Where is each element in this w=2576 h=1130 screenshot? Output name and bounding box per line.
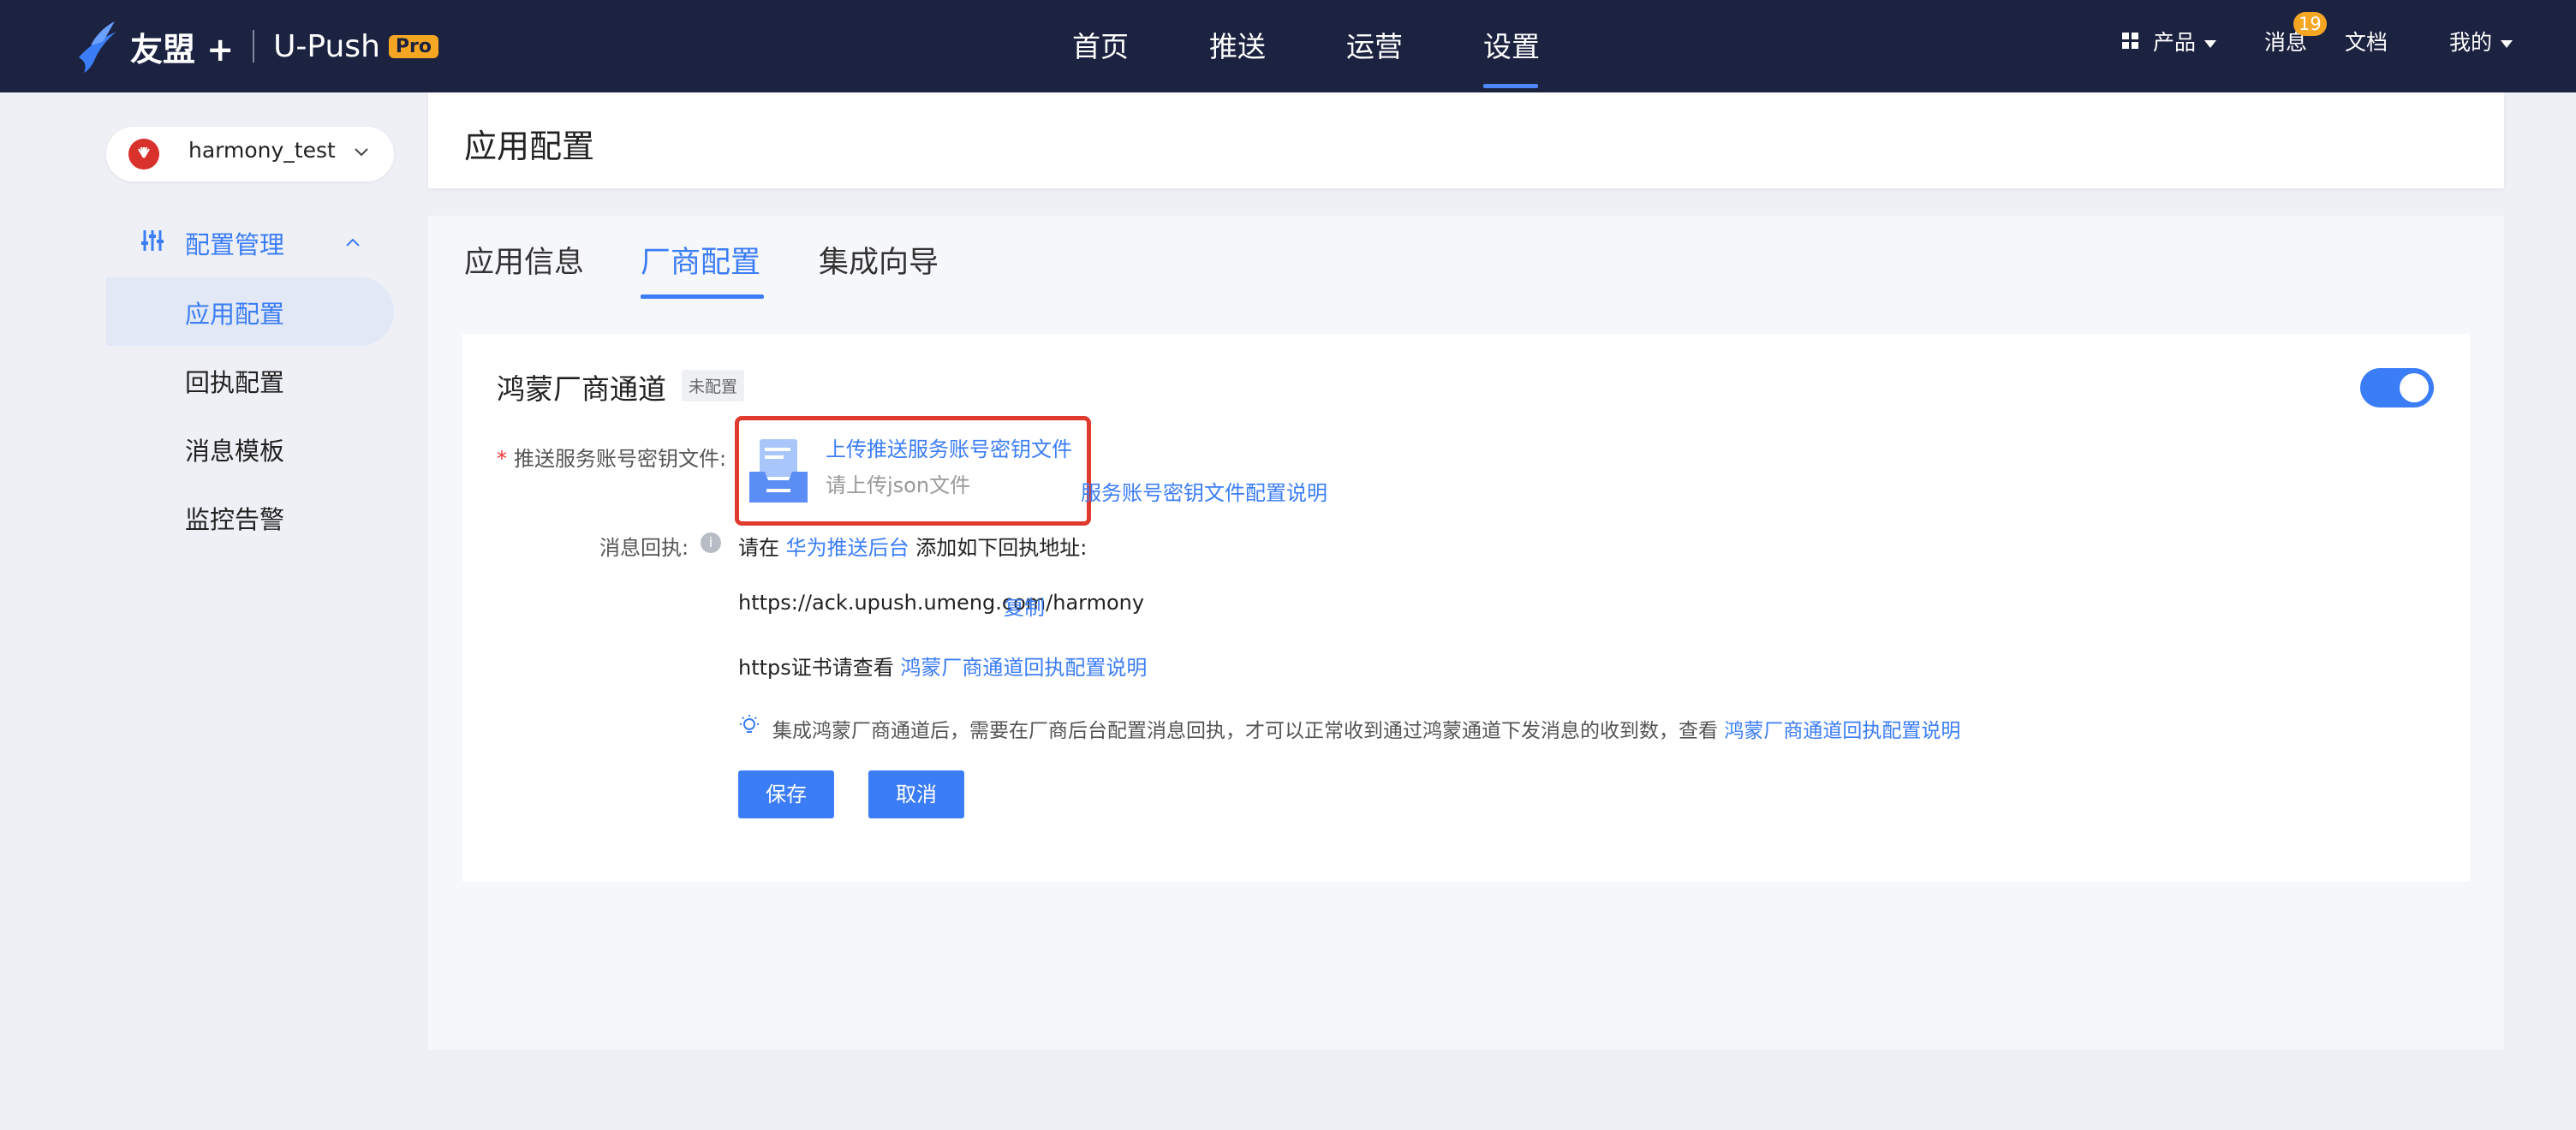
page-header: 应用配置 — [428, 92, 2504, 188]
chevron-up-icon — [346, 238, 360, 247]
product-name: U-Push — [273, 28, 380, 64]
products-label: 产品 — [2153, 30, 2197, 55]
https-doc-link[interactable]: 鸿蒙厂商通道回执配置说明 — [900, 656, 1147, 680]
huawei-logo-icon — [128, 139, 159, 170]
huawei-console-link[interactable]: 华为推送后台 — [786, 536, 909, 560]
receipt-label: 消息回执: — [599, 536, 689, 560]
brand-logo[interactable]: 友盟 + U-Push Pro — [72, 12, 438, 80]
caret-down-icon — [2501, 39, 2513, 48]
channel-title: 鸿蒙厂商通道 — [497, 372, 666, 406]
https-prefix: https证书请查看 — [738, 656, 894, 680]
user-menu[interactable]: 我的 — [2449, 26, 2513, 56]
logo-divider — [253, 30, 255, 62]
tab-active-indicator — [641, 294, 764, 299]
status-badge: 未配置 — [682, 370, 745, 401]
key-file-label: * 推送服务账号密钥文件: — [497, 442, 726, 472]
app-name: harmony_test — [188, 138, 336, 163]
top-nav-bar: 友盟 + U-Push Pro 首页 推送 运营 设置 产品 消息 19 文档 … — [0, 0, 2576, 92]
sidebar-item-message-template[interactable]: 消息模板 — [106, 414, 394, 483]
sidebar-item-app-config[interactable]: 应用配置 — [106, 277, 394, 346]
sidebar-item-label: 回执配置 — [185, 368, 285, 397]
https-note: https证书请查看 鸿蒙厂商通道回执配置说明 — [738, 651, 1147, 681]
nav-push[interactable]: 推送 — [1209, 24, 1266, 65]
tip-doc-link[interactable]: 鸿蒙厂商通道回执配置说明 — [1724, 720, 1960, 742]
products-menu[interactable]: 产品 — [2153, 26, 2217, 56]
lightbulb-icon — [740, 715, 759, 733]
nav-active-indicator — [1483, 84, 1538, 88]
sliders-icon — [141, 230, 164, 251]
caret-down-icon — [2204, 39, 2217, 48]
tab-integration-guide[interactable]: 集成向导 — [819, 238, 939, 282]
nav-home[interactable]: 首页 — [1072, 24, 1129, 65]
receipt-prefix: 请在 — [738, 536, 779, 560]
tab-app-info[interactable]: 应用信息 — [464, 238, 584, 282]
key-file-upload[interactable]: 上传推送服务账号密钥文件 请上传json文件 — [735, 416, 1091, 526]
tab-vendor-config[interactable]: 厂商配置 — [641, 238, 760, 282]
pro-badge: Pro — [388, 34, 438, 58]
info-icon: i — [701, 532, 721, 553]
tip-text: 集成鸿蒙厂商通道后，需要在厂商后台配置消息回执，才可以正常收到通过鸿蒙通道下发消… — [772, 720, 1718, 742]
sidebar-item-receipt-config[interactable]: 回执配置 — [106, 346, 394, 414]
toggle-knob — [2400, 373, 2429, 402]
receipt-instruction: 请在 华为推送后台 添加如下回执地址: — [738, 531, 1087, 561]
config-management-group[interactable]: 配置管理 — [140, 225, 372, 259]
messages-count-badge: 19 — [2293, 12, 2327, 36]
swift-bird-logo-icon — [79, 21, 116, 73]
integration-tip: 集成鸿蒙厂商通道后，需要在厂商后台配置消息回执，才可以正常收到通过鸿蒙通道下发消… — [772, 714, 1960, 743]
receipt-url: https://ack.upush.umeng.com/harmony — [738, 591, 1145, 615]
nav-settings[interactable]: 设置 — [1483, 24, 1540, 65]
receipt-suffix: 添加如下回执地址: — [915, 536, 1088, 560]
upload-hint: 请上传json文件 — [826, 473, 971, 497]
file-upload-icon — [749, 439, 808, 503]
page-title: 应用配置 — [464, 128, 595, 165]
copy-button[interactable]: 复制 — [1004, 591, 1045, 621]
sidebar-item-label: 监控告警 — [185, 505, 285, 534]
sidebar-item-label: 消息模板 — [185, 437, 285, 466]
products-grid-icon — [2122, 33, 2138, 49]
nav-operations[interactable]: 运营 — [1346, 24, 1403, 65]
key-file-label-text: 推送服务账号密钥文件: — [514, 447, 727, 471]
app-selector[interactable]: harmony_test — [106, 127, 394, 181]
docs-link[interactable]: 文档 — [2345, 26, 2388, 56]
key-file-doc-link[interactable]: 服务账号密钥文件配置说明 — [1081, 476, 1327, 506]
brand-name: 友盟 + — [130, 30, 235, 68]
sidebar-item-monitor-alert[interactable]: 监控告警 — [106, 483, 394, 551]
chevron-down-icon — [355, 148, 368, 157]
config-management-label: 配置管理 — [185, 230, 285, 259]
channel-enable-toggle[interactable] — [2360, 368, 2434, 407]
save-button[interactable]: 保存 — [738, 770, 834, 818]
user-menu-label: 我的 — [2449, 30, 2493, 55]
required-asterisk: * — [497, 447, 507, 471]
main-panel: 应用信息 厂商配置 集成向导 鸿蒙厂商通道 未配置 * 推送服务账号密钥文件: 上… — [428, 216, 2504, 1050]
cancel-button[interactable]: 取消 — [868, 770, 964, 818]
sidebar-item-label: 应用配置 — [185, 300, 285, 329]
upload-key-file-link[interactable]: 上传推送服务账号密钥文件 — [826, 432, 1072, 462]
